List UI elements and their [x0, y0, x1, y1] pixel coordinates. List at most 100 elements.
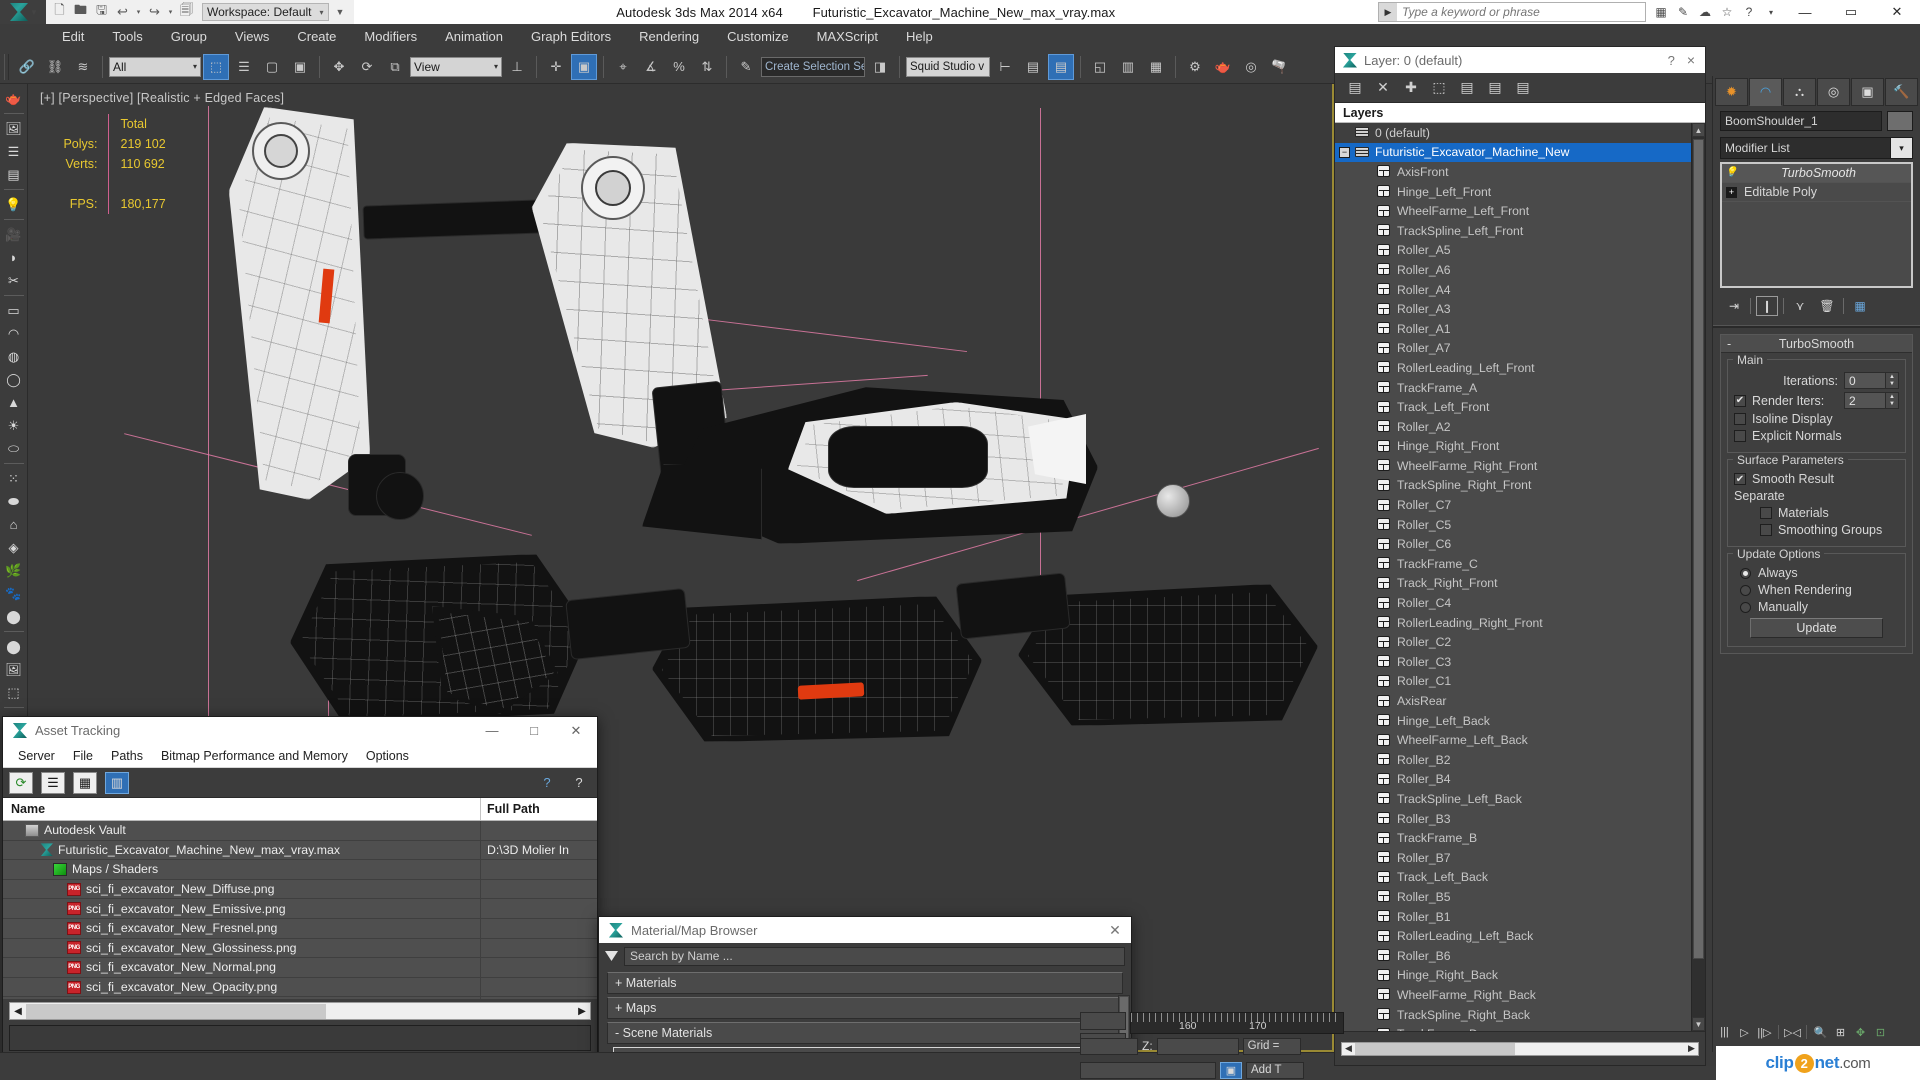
- layer-row[interactable]: Roller_A2: [1335, 417, 1691, 437]
- layer-row[interactable]: Roller_A4: [1335, 280, 1691, 300]
- render-iterative-icon[interactable]: 🫗: [1266, 54, 1292, 80]
- rendered-frame-window-icon[interactable]: 🫖: [1210, 54, 1236, 80]
- layer-row[interactable]: RollerLeading_Right_Front: [1335, 613, 1691, 633]
- search-by-name-input[interactable]: Search by Name ...: [624, 947, 1125, 966]
- rock-icon[interactable]: ⬤: [2, 605, 26, 628]
- smooth-result-checkbox[interactable]: ✔: [1734, 473, 1746, 485]
- modify-tab-icon[interactable]: ◠: [1749, 78, 1782, 106]
- asset-table-row[interactable]: PNGsci_fi_excavator_New_Emissive.png: [3, 899, 597, 919]
- qat-overflow-icon[interactable]: ▼: [331, 3, 350, 22]
- update-option-always[interactable]: Always: [1734, 566, 1899, 580]
- time-configuration-icon[interactable]: ▷◁: [1784, 1023, 1801, 1041]
- list-icon[interactable]: ☰: [2, 140, 26, 163]
- scroll-right-icon[interactable]: ▶: [574, 1006, 590, 1017]
- x-coordinate-field[interactable]: [1080, 1012, 1126, 1030]
- render-iters-checkbox[interactable]: ✔: [1734, 395, 1746, 407]
- grass-icon[interactable]: 🌿: [2, 559, 26, 582]
- play-animation-icon[interactable]: ▷: [1736, 1023, 1753, 1041]
- layer-row[interactable]: TrackSpline_Left_Back: [1335, 789, 1691, 809]
- select-highlighted-icon[interactable]: ▤: [1455, 77, 1479, 99]
- layer-row[interactable]: Roller_B1: [1335, 907, 1691, 927]
- layer-row[interactable]: Track_Left_Back: [1335, 868, 1691, 888]
- hemisphere-icon[interactable]: ◗: [2, 246, 26, 269]
- box-icon[interactable]: ▭: [2, 299, 26, 322]
- layer-row[interactable]: TrackFrame_C: [1335, 554, 1691, 574]
- menu-item-views[interactable]: Views: [221, 24, 283, 50]
- update-option-manually[interactable]: Manually: [1734, 600, 1899, 614]
- camera-icon[interactable]: 🎥: [2, 223, 26, 246]
- layer-row[interactable]: RollerLeading_Left_Back: [1335, 926, 1691, 946]
- prompt-field[interactable]: [1080, 1062, 1216, 1079]
- layer-row[interactable]: RollerLeading_Left_Front: [1335, 358, 1691, 378]
- display-tab-icon[interactable]: ▣: [1851, 78, 1884, 106]
- select-and-scale-icon[interactable]: ⧉: [382, 54, 408, 80]
- select-by-name-icon[interactable]: ☰: [231, 54, 257, 80]
- layer-list-scrollbar[interactable]: ▲ ▼: [1691, 123, 1705, 1031]
- set-project-icon[interactable]: 🗐: [177, 3, 196, 22]
- layer-row[interactable]: Roller_C3: [1335, 652, 1691, 672]
- smoothing-groups-row[interactable]: Smoothing Groups: [1734, 523, 1899, 537]
- hierarchy-tab-icon[interactable]: ⛬: [1783, 78, 1816, 106]
- light-icon[interactable]: 💡: [2, 193, 26, 216]
- asset-table-row[interactable]: Futuristic_Excavator_Machine_New_max_vra…: [3, 841, 597, 861]
- layer-list[interactable]: 0 (default)−Futuristic_Excavator_Machine…: [1335, 123, 1691, 1031]
- layer-row[interactable]: WheelFarme_Right_Back: [1335, 985, 1691, 1005]
- redo-dropdown-icon[interactable]: ▾: [166, 3, 175, 22]
- layer-row[interactable]: WheelFarme_Left_Back: [1335, 730, 1691, 750]
- info-center-icon[interactable]: ✎: [1672, 0, 1694, 24]
- always-radio[interactable]: [1740, 568, 1751, 579]
- layer-row[interactable]: −Futuristic_Excavator_Machine_New: [1335, 143, 1691, 163]
- layer-properties-icon[interactable]: ▤: [1511, 77, 1535, 99]
- asset-table-row[interactable]: PNGsci_fi_excavator_New_Diffuse.png: [3, 880, 597, 900]
- update-button[interactable]: Update: [1750, 618, 1883, 638]
- workspace-switch-icon[interactable]: ▦: [1650, 0, 1672, 24]
- selection-region-icon[interactable]: ⬚: [2, 681, 26, 704]
- iterations-value[interactable]: 0: [1844, 372, 1886, 389]
- chevron-down-icon[interactable]: ▾: [1890, 138, 1912, 158]
- sign-in-icon[interactable]: ☁: [1694, 0, 1716, 24]
- layer-row[interactable]: 0 (default): [1335, 123, 1691, 143]
- motion-tab-icon[interactable]: ◎: [1817, 78, 1850, 106]
- menu-item-create[interactable]: Create: [283, 24, 350, 50]
- open-icon[interactable]: 🖿: [71, 3, 90, 22]
- asset-table-row[interactable]: PNGsci_fi_excavator_New_Normal.png: [3, 958, 597, 978]
- layer-row[interactable]: Track_Right_Front: [1335, 574, 1691, 594]
- show-end-result-icon[interactable]: ❙: [1756, 296, 1778, 316]
- spinner-arrows-icon[interactable]: ▲▼: [1886, 372, 1899, 389]
- maximize-button[interactable]: ▭: [1828, 0, 1874, 24]
- utilities-tab-icon[interactable]: 🔨: [1885, 78, 1918, 106]
- menu-item-server[interactable]: Server: [9, 749, 64, 763]
- smooth-result-row[interactable]: ✔ Smooth Result: [1734, 472, 1899, 486]
- use-pivot-center-icon[interactable]: ⊥: [504, 54, 530, 80]
- xy-coordinate-field[interactable]: [1080, 1038, 1138, 1055]
- schematic-view-icon[interactable]: ▥: [1115, 54, 1141, 80]
- edit-named-selection-icon[interactable]: ✎: [733, 54, 759, 80]
- configure-sets-icon[interactable]: ▦: [1849, 296, 1871, 316]
- asset-table-row[interactable]: PNGsci_fi_excavator_New_Opacity.png: [3, 978, 597, 998]
- iterations-spinner[interactable]: 0 ▲▼: [1844, 372, 1899, 389]
- filter-menu-icon[interactable]: [605, 951, 618, 961]
- materials-checkbox[interactable]: [1760, 507, 1772, 519]
- scroll-thumb[interactable]: [1693, 139, 1704, 959]
- make-unique-icon[interactable]: ⋎: [1789, 296, 1811, 316]
- asset-table-row[interactable]: Maps / Shaders: [3, 860, 597, 880]
- capsule-icon[interactable]: ⬬: [2, 490, 26, 513]
- close-icon[interactable]: ×: [1687, 52, 1699, 68]
- layer-explorer-icon[interactable]: ▤: [1020, 54, 1046, 80]
- material-editor-icon[interactable]: ▦: [1143, 54, 1169, 80]
- minimize-button[interactable]: —: [1782, 0, 1828, 24]
- app-menu-button[interactable]: ▼: [0, 0, 46, 24]
- window-crossing-icon[interactable]: ▣: [287, 54, 313, 80]
- detail-view-icon[interactable]: ▦: [73, 772, 97, 794]
- undo-dropdown-icon[interactable]: ▾: [134, 3, 143, 22]
- maximize-viewport-icon[interactable]: ⊡: [1872, 1023, 1889, 1041]
- dome-icon[interactable]: ◠: [2, 322, 26, 345]
- isoline-display-row[interactable]: Isoline Display: [1734, 412, 1899, 426]
- layer-row[interactable]: TrackFrame_A: [1335, 378, 1691, 398]
- scroll-up-icon[interactable]: ▲: [1692, 123, 1705, 137]
- column-header-name[interactable]: Name: [3, 798, 481, 820]
- layer-row[interactable]: Hinge_Left_Front: [1335, 182, 1691, 202]
- menu-item-file[interactable]: File: [64, 749, 102, 763]
- layer-row[interactable]: AxisFront: [1335, 162, 1691, 182]
- menu-item-options[interactable]: Options: [357, 749, 418, 763]
